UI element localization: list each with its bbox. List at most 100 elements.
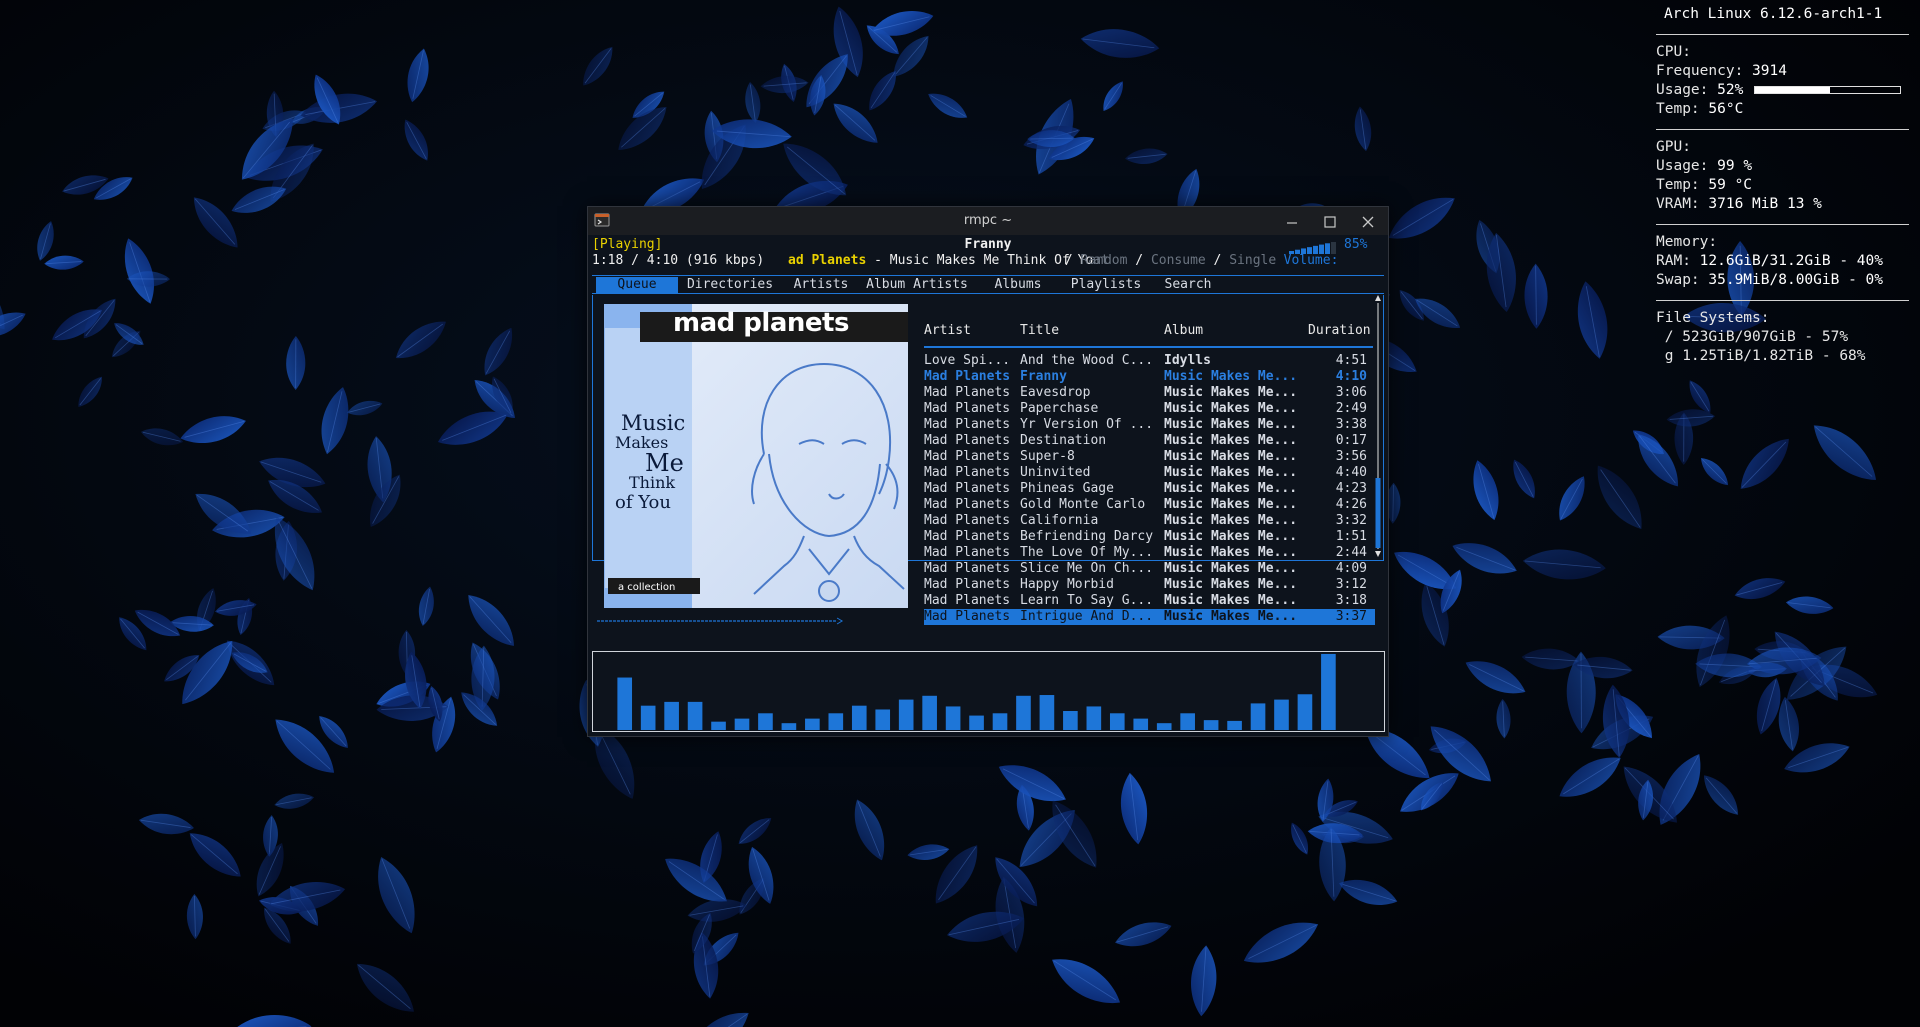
visualizer-bar [1109, 713, 1125, 731]
queue-cell-album: Music Makes Me... [1164, 481, 1298, 496]
visualizer-bar [1321, 653, 1336, 731]
volume-value: 85% [1344, 237, 1368, 252]
queue-cell-album: Music Makes Me... [1164, 561, 1298, 576]
volume-label: Volume: [1283, 253, 1339, 268]
queue-row[interactable]: Mad Planets Befriending Darcy Music Makes … [924, 529, 1375, 545]
column-artist[interactable]: Artist [924, 323, 971, 339]
queue-row[interactable]: Mad Planets Super-8 Music Makes Me... 3:56 [924, 449, 1375, 465]
queue-cell-title: Uninvited [1020, 465, 1091, 480]
queue-row[interactable]: Mad Planets Slice Me On Ch... Music Makes … [924, 561, 1375, 577]
column-album[interactable]: Album [1164, 323, 1203, 339]
tab-search[interactable]: Search [1150, 277, 1226, 293]
queue-cell-album: Music Makes Me... [1164, 449, 1298, 464]
queue-cell-artist: Mad Planets [924, 449, 1011, 464]
tab-bar: Queue Directories Artists Album Artists Albu… [592, 275, 1384, 294]
column-title[interactable]: Title [1020, 323, 1059, 339]
cpu-usage-label: Usage: [1656, 82, 1709, 98]
volume-level-bars [1289, 242, 1336, 254]
queue-row[interactable]: Mad Planets California Music Makes Me... 3:… [924, 513, 1375, 529]
rmpc-terminal[interactable]: [Playing] Franny Volume: 85% 1:18 / 4:10… [588, 235, 1388, 736]
queue-cell-duration: 4:40 [1335, 465, 1367, 480]
queue-cell-album: Music Makes Me... [1164, 577, 1298, 592]
volume-bar [1289, 251, 1294, 254]
maximize-icon [1324, 216, 1336, 228]
visualizer-bar [1250, 703, 1266, 731]
gpu-vram-label: VRAM: [1656, 196, 1700, 212]
gpu-heading: GPU: [1656, 139, 1691, 155]
song-progress-bar[interactable] [597, 615, 847, 627]
queue-cell-artist: Mad Planets [924, 497, 1011, 512]
swap-label: Swap: [1656, 272, 1700, 288]
queue-cell-album: Music Makes Me... [1164, 433, 1298, 448]
queue-row[interactable]: Mad Planets Gold Monte Carlo Music Makes M… [924, 497, 1375, 513]
queue-row[interactable]: Mad Planets Destination Music Makes Me... 0… [924, 433, 1375, 449]
queue-row[interactable]: Mad Planets Intrigue And D... Music Makes … [924, 609, 1375, 625]
mode-single[interactable]: Single [1229, 253, 1276, 268]
close-button[interactable] [1348, 209, 1388, 233]
maximize-button[interactable] [1310, 209, 1350, 233]
tab-playlists[interactable]: Playlists [1062, 277, 1150, 293]
minimize-button[interactable] [1272, 209, 1312, 233]
window-titlebar[interactable]: rmpc ~ [588, 207, 1388, 235]
queue-cell-artist: Mad Planets [924, 529, 1011, 544]
ram-label: RAM: [1656, 253, 1691, 269]
queue-row[interactable]: Love Spi... And the Wood C... Idylls 4:51 [924, 353, 1375, 369]
divider [1656, 129, 1909, 130]
queue-cell-title: Befriending Darcy [1020, 529, 1154, 544]
swap-value: 35.9MiB/8.00GiB - 0% [1708, 272, 1883, 288]
queue-cell-album: Music Makes Me... [1164, 529, 1298, 544]
queue-cell-artist: Mad Planets [924, 417, 1011, 432]
queue-cell-artist: Mad Planets [924, 593, 1011, 608]
queue-cell-duration: 2:49 [1335, 401, 1367, 416]
queue-row[interactable]: Mad Planets Uninvited Music Makes Me... 4:4… [924, 465, 1375, 481]
filesystem-root: / 523GiB/907GiB - 57% [1656, 329, 1849, 345]
queue-cell-title: Yr Version Of ... [1020, 417, 1154, 432]
queue-cell-artist: Mad Planets [924, 433, 1011, 448]
mode-consume[interactable]: Consume [1151, 253, 1206, 268]
queue-row[interactable]: Mad Planets Happy Morbid Music Makes Me...… [924, 577, 1375, 593]
column-duration[interactable]: Duration [1308, 323, 1371, 339]
queue-row[interactable]: Mad Planets Paperchase Music Makes Me... 2:… [924, 401, 1375, 417]
queue-cell-album: Music Makes Me... [1164, 513, 1298, 528]
queue-cell-title: Happy Morbid [1020, 577, 1114, 592]
visualizer-bar [781, 723, 797, 731]
queue-row[interactable]: Mad Planets Learn To Say G... Music Makes … [924, 593, 1375, 609]
cpu-usage-row: Usage: 52% [1656, 81, 1743, 100]
visualizer-bar [851, 705, 867, 731]
cpu-frequency-value: 3914 [1752, 63, 1787, 79]
tab-album-artists[interactable]: Album Artists [860, 277, 974, 293]
queue-row[interactable]: Mad Planets The Love Of My... Music Makes … [924, 545, 1375, 561]
queue-cell-duration: 3:38 [1335, 417, 1367, 432]
queue-cell-title: And the Wood C... [1020, 353, 1154, 368]
volume-bar [1301, 248, 1306, 254]
queue-cell-title: Phineas Gage [1020, 481, 1114, 496]
queue-cell-title: Destination [1020, 433, 1107, 448]
terminal-window[interactable]: rmpc ~ [Playing] Franny Volume: 85% 1:18… [587, 206, 1389, 737]
tab-albums[interactable]: Albums [974, 277, 1062, 293]
tab-queue[interactable]: Queue [596, 277, 678, 293]
queue-row[interactable]: Mad Planets Yr Version Of ... Music Makes … [924, 417, 1375, 433]
gpu-temp-label: Temp: [1656, 177, 1700, 193]
visualizer-bar [969, 715, 984, 731]
scroll-thumb[interactable] [1375, 478, 1381, 548]
scroll-up-arrow[interactable] [1375, 295, 1381, 301]
queue-row[interactable]: Mad Planets Franny Music Makes Me... 4:10 [924, 369, 1375, 385]
queue-row[interactable]: Mad Planets Eavesdrop Music Makes Me... 3:0… [924, 385, 1375, 401]
queue-cell-duration: 4:23 [1335, 481, 1367, 496]
queue-row[interactable]: Mad Planets Phineas Gage Music Makes Me...… [924, 481, 1375, 497]
volume-bar [1325, 243, 1330, 254]
cpu-temp-row: Temp: 56°C [1656, 100, 1743, 119]
visualizer-bar [1203, 720, 1219, 731]
mode-random[interactable]: Random [1080, 253, 1127, 268]
queue-cell-artist: Love Spi... [924, 353, 1011, 368]
swap-row: Swap: 35.9MiB/8.00GiB - 0% [1656, 271, 1883, 290]
queue-scrollbar[interactable] [1374, 293, 1382, 559]
tab-directories[interactable]: Directories [678, 277, 782, 293]
visualizer-bar [1133, 718, 1149, 731]
visualizer-bar [617, 677, 633, 731]
queue-cell-album: Music Makes Me... [1164, 465, 1298, 480]
tab-artists[interactable]: Artists [782, 277, 860, 293]
mode-separator: / [1057, 253, 1081, 268]
queue-cell-duration: 3:12 [1335, 577, 1367, 592]
scroll-down-arrow[interactable] [1375, 551, 1381, 557]
